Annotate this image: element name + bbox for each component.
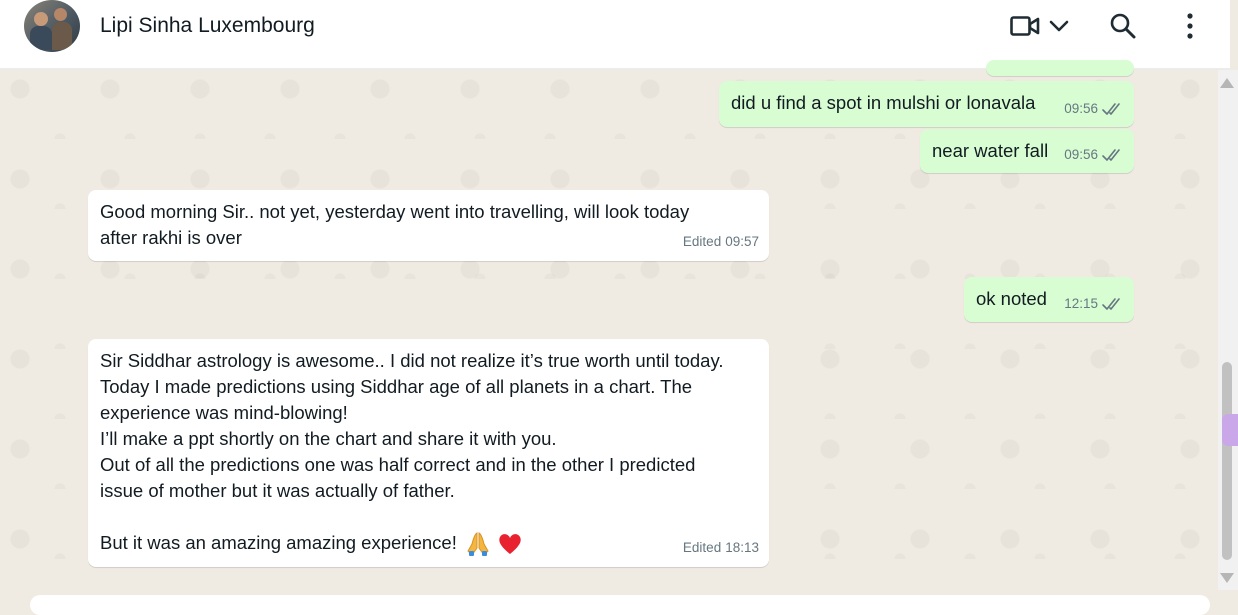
message-meta: 09:56	[1064, 96, 1124, 122]
scrollbar-thumb[interactable]	[1222, 362, 1232, 560]
chat-header: Lipi Sinha Luxembourg	[0, 0, 1230, 69]
message-meta: 09:56	[1064, 142, 1124, 168]
scroll-down-arrow-icon[interactable]	[1220, 573, 1234, 583]
scroll-up-arrow-icon[interactable]	[1220, 78, 1234, 88]
message-text: did u find a spot in mulshi or lonavala	[731, 92, 1036, 113]
message-text-line: Good morning Sir.. not yet, yesterday we…	[100, 201, 690, 222]
message-bubble[interactable]: ok noted 12:15	[964, 277, 1134, 322]
message-text-line: Out of all the predictions one was half …	[100, 454, 696, 475]
message-meta: Edited 09:57	[683, 229, 759, 255]
message-text-line: experience was mind-blowing!	[100, 402, 348, 423]
message-bubble[interactable]: did u find a spot in mulshi or lonavala …	[719, 81, 1134, 127]
message-time: 09:56	[1064, 101, 1098, 116]
double-check-icon	[1102, 103, 1120, 115]
message-text-line: after rakhi is over	[100, 227, 242, 248]
message-bubble[interactable]: Good morning Sir.. not yet, yesterday we…	[88, 190, 769, 261]
message-text-line: I’ll make a ppt shortly on the chart and…	[100, 428, 557, 449]
message-text-line: Sir Siddhar astrology is awesome.. I did…	[100, 350, 724, 371]
message-text-line-with-emoji: But it was an amazing amazing experience…	[100, 530, 723, 557]
edited-label: Edited	[682, 234, 722, 249]
message-time: 09:57	[725, 234, 759, 249]
contact-name[interactable]: Lipi Sinha Luxembourg	[100, 14, 315, 38]
message-composer[interactable]	[30, 595, 1210, 615]
message-bubble[interactable]: near water fall 09:56	[920, 129, 1134, 173]
double-check-icon	[1102, 298, 1120, 310]
message-bubble[interactable]: Sir Siddhar astrology is awesome.. I did…	[88, 339, 769, 567]
search-icon[interactable]	[1109, 12, 1137, 40]
message-body: Sir Siddhar astrology is awesome.. I did…	[100, 348, 723, 557]
message-time: 09:56	[1064, 147, 1098, 162]
menu-icon[interactable]	[1183, 12, 1197, 40]
message-meta: Edited 18:13	[683, 535, 759, 561]
message-meta: 12:15	[1064, 291, 1124, 317]
message-text: near water fall	[932, 140, 1049, 161]
message-text-line: issue of mother but it was actually of f…	[100, 480, 455, 501]
message-text-line: Today I made predictions using Siddhar a…	[100, 376, 693, 397]
message-text: ok noted	[976, 288, 1047, 309]
contact-avatar[interactable]	[24, 0, 80, 52]
message-bubble-partial	[986, 60, 1134, 76]
side-panel-tab[interactable]	[1222, 414, 1238, 446]
message-time: 18:13	[725, 540, 759, 555]
message-time: 12:15	[1064, 296, 1098, 311]
double-check-icon	[1102, 149, 1120, 161]
edited-label: Edited	[682, 540, 722, 555]
message-text-line: But it was an amazing amazing experience…	[100, 532, 457, 553]
red-heart-icon	[499, 534, 521, 555]
video-call-icon[interactable]	[1010, 14, 1040, 38]
chevron-down-icon[interactable]	[1049, 19, 1069, 33]
folded-hands-icon	[467, 532, 489, 557]
